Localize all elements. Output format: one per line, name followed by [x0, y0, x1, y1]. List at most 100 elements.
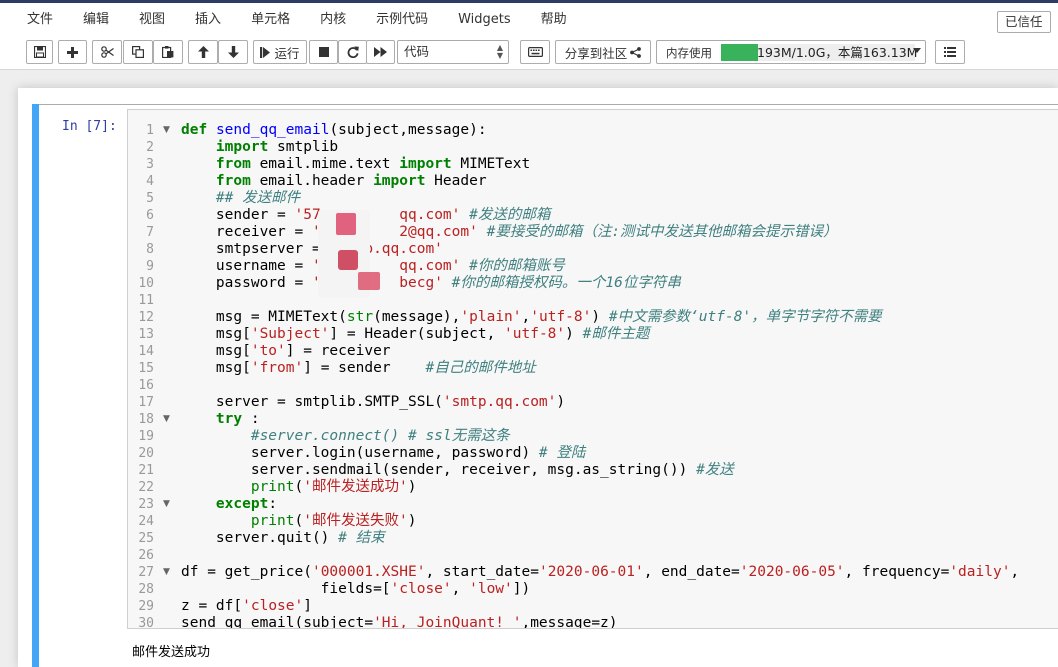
code-token: = — [364, 615, 374, 629]
menu-item[interactable]: 编辑 — [83, 11, 109, 29]
share-button[interactable]: 分享到社区 — [555, 40, 651, 64]
move-down-button[interactable] — [218, 40, 248, 64]
code-editor[interactable]: 1 2 3 4 5 6 7 8 9 10 11 12 13 14 15 16 17 18 19 20 21 22 23 24 2… — [127, 109, 1058, 629]
code-token: 'Subject' — [250, 326, 330, 342]
fold-arrow-icon[interactable]: ▼ — [163, 496, 170, 513]
code-token: = — [731, 564, 740, 580]
code-line: send_qq_email(subject='Hi, JoinQuant! ',… — [181, 615, 618, 629]
interrupt-button[interactable] — [309, 40, 338, 64]
line-number: 20 — [138, 446, 154, 461]
fold-arrow-icon[interactable]: ▼ — [163, 122, 170, 139]
line-number: 15 — [138, 361, 154, 376]
memory-progress-fill — [721, 44, 758, 61]
trusted-badge[interactable]: 已信任 — [997, 11, 1051, 33]
code-token: = — [940, 564, 950, 580]
menu-item[interactable]: 文件 — [27, 11, 53, 29]
cell-type-value: 代码 — [404, 44, 430, 59]
code-token: ]) — [512, 581, 531, 597]
code-token: password — [181, 275, 295, 291]
code-token: , end_date — [643, 564, 732, 580]
line-number: 13 — [138, 327, 154, 342]
run-button[interactable]: 运行 — [253, 40, 307, 64]
copy-button[interactable] — [123, 40, 153, 64]
restart-button[interactable] — [338, 40, 367, 64]
line-number: 11 — [138, 293, 154, 308]
code-line: server.sendmail(sender, receiver, msg.as… — [181, 462, 734, 479]
code-token: 'utf-8' — [504, 326, 566, 342]
code-token: import — [215, 139, 269, 155]
code-line: except: — [181, 496, 277, 513]
command-palette-button[interactable] — [520, 40, 550, 64]
run-all-button[interactable] — [366, 40, 395, 64]
line-number: 26 — [138, 548, 154, 563]
code-token: (subject,message): — [329, 122, 487, 138]
code-line: try : — [181, 411, 260, 428]
save-button[interactable] — [26, 40, 53, 64]
code-token: ## 发送邮件 — [215, 190, 301, 206]
menu-item[interactable]: 插入 — [195, 11, 221, 29]
code-token: ) — [407, 479, 417, 495]
code-line: from email.header import Header — [181, 173, 487, 190]
code-token: msg[ — [181, 343, 251, 359]
line-number: 19 — [138, 429, 154, 444]
code-token: , start_date — [425, 564, 531, 580]
code-token: get_price( — [215, 564, 312, 580]
code-line: msg['Subject'] = Header(subject, 'utf-8'… — [181, 326, 649, 343]
fold-arrow-icon[interactable]: ▼ — [163, 411, 170, 428]
cell-type-select[interactable]: 代码 ▲ ▼ — [397, 40, 509, 64]
code-token: MIMEText( — [259, 309, 347, 325]
copy-icon — [132, 46, 144, 58]
code-cell[interactable]: In [7]: 1 2 3 4 5 6 7 8 9 10 11 12 13 14 15 16 17 18 19 20 2… — [32, 104, 1058, 667]
code-token: #server.connect() # ssl无需这条 — [250, 428, 510, 444]
add-cell-button[interactable] — [58, 40, 87, 64]
cut-button[interactable] — [92, 40, 122, 64]
move-up-button[interactable] — [188, 40, 218, 64]
line-number: 18 — [138, 412, 154, 427]
code-token: 'close' — [390, 581, 452, 597]
code-token: ( — [294, 513, 304, 529]
code-line: from email.mime.text import MIMEText — [181, 156, 530, 173]
code-token: msg[ — [181, 360, 251, 376]
menu-item[interactable]: 内核 — [320, 11, 346, 29]
code-token: smtplib.SMTP_SSL( — [285, 394, 443, 410]
code-token: '2020-06-01' — [538, 564, 644, 580]
memory-text: 193M/1.0G，本篇163.13M — [757, 45, 918, 60]
code-token: 'from' — [250, 360, 304, 376]
code-token: server.sendmail(sender, receiver, msg.as… — [181, 462, 697, 478]
memory-label: 内存使用 — [666, 46, 712, 60]
code-token: print — [250, 513, 295, 529]
select-arrows-icon: ▲ ▼ — [496, 43, 503, 60]
line-number: 21 — [138, 463, 154, 478]
code-token: ) — [591, 309, 609, 325]
code-line: server.login(username, password) # 登陆 — [181, 445, 586, 462]
menu-item[interactable]: 视图 — [139, 11, 165, 29]
code-token: z — [181, 598, 199, 614]
code-token: = — [277, 207, 286, 223]
menu-item[interactable]: 帮助 — [541, 11, 567, 29]
code-line: receiver = '578 2@qq.com' #要接受的邮箱（注:测试中发… — [181, 224, 838, 241]
code-line: df = get_price('000001.XSHE', start_date… — [181, 564, 1019, 581]
fold-arrow-icon[interactable]: ▼ — [163, 564, 170, 581]
code-token: msg — [181, 309, 251, 325]
code-token: 'daily' — [949, 564, 1011, 580]
menu-item[interactable]: Widgets — [458, 11, 511, 29]
code-token: 2@qq.com' — [399, 224, 478, 240]
toc-button[interactable] — [935, 40, 965, 64]
notebook-container: In [7]: 1 2 3 4 5 6 7 8 9 10 11 12 13 14 15 16 17 18 19 20 2… — [18, 88, 1058, 667]
memory-usage-dropdown[interactable]: 内存使用 193M/1.0G，本篇163.13M — [656, 40, 926, 64]
paste-button[interactable] — [153, 40, 183, 64]
arrow-down-icon — [227, 46, 239, 58]
menu-item[interactable]: 单元格 — [251, 11, 290, 29]
code-token: receiver — [181, 224, 295, 240]
share-icon — [630, 46, 642, 58]
menu-item[interactable]: 示例代码 — [376, 11, 428, 29]
code-token: '2020-06-05' — [739, 564, 845, 580]
code-token: fields — [181, 581, 374, 597]
